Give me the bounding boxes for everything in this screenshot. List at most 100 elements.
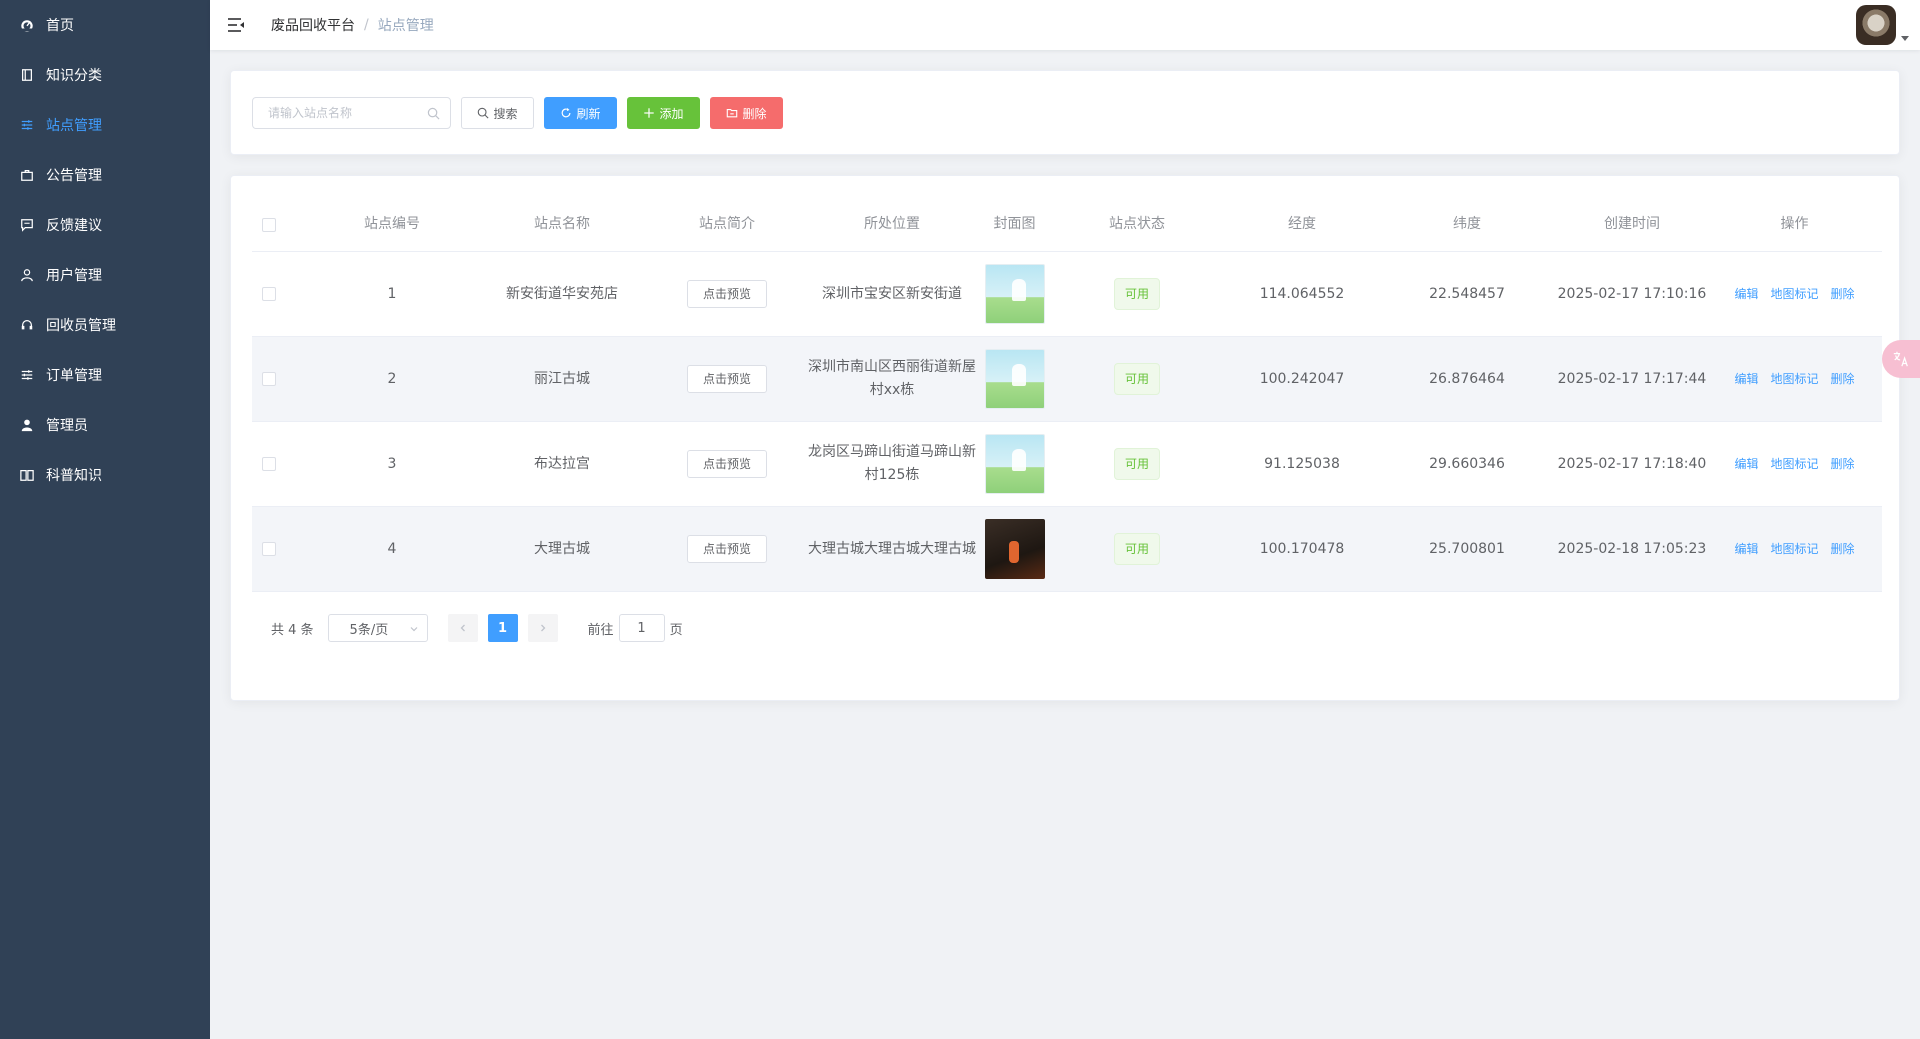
- status-badge: 可用: [1113, 448, 1160, 480]
- hamburger-toggle[interactable]: [227, 16, 245, 34]
- avatar[interactable]: [1856, 5, 1896, 45]
- intro-cell: 点击预览: [652, 365, 802, 393]
- sidebar-item-feedback[interactable]: 反馈建议: [0, 200, 210, 250]
- row-checkbox[interactable]: [262, 372, 276, 386]
- status-cell: 可用: [1047, 278, 1227, 310]
- edit-link[interactable]: 编辑: [1734, 453, 1758, 476]
- sidebar-item-label: 管理员: [46, 418, 88, 434]
- add-button[interactable]: 添加: [627, 97, 700, 129]
- sidebar-item-label: 公告管理: [46, 168, 102, 184]
- page-number[interactable]: 1: [487, 614, 518, 642]
- site-name: 布达拉宫: [534, 455, 590, 472]
- created-time: 2025-02-18 17:05:23: [1557, 540, 1707, 557]
- map-mark-link[interactable]: 地图标记: [1770, 453, 1818, 476]
- preview-button[interactable]: 点击预览: [687, 280, 767, 308]
- table-header: 站点编号 站点名称 站点简介 所处位置 封面图 站点状态 经度 纬度 创建时间 …: [252, 198, 1882, 252]
- cover-cell: [982, 519, 1047, 579]
- sidebar-item-order-management[interactable]: 订单管理: [0, 350, 210, 400]
- delete-link[interactable]: 删除: [1831, 453, 1855, 476]
- status-badge: 可用: [1113, 533, 1160, 565]
- goto-page-input[interactable]: [618, 614, 665, 642]
- user-icon: [20, 268, 34, 282]
- row-checkbox[interactable]: [262, 542, 276, 556]
- chevron-down-icon: [410, 627, 417, 632]
- preview-button[interactable]: 点击预览: [687, 365, 767, 393]
- site-table: 站点编号 站点名称 站点简介 所处位置 封面图 站点状态 经度 纬度 创建时间 …: [252, 198, 1882, 592]
- site-location: 深圳市南山区西丽街道新屋村xx栋: [808, 359, 976, 398]
- breadcrumb: 废品回收平台 / 站点管理: [271, 15, 434, 35]
- latitude: 26.876464: [1429, 370, 1505, 387]
- select-cell: [252, 542, 312, 556]
- preview-button[interactable]: 点击预览: [687, 535, 767, 563]
- actions-cell: 编辑 地图标记 删除: [1707, 283, 1882, 306]
- delete-link[interactable]: 删除: [1831, 368, 1855, 391]
- edit-link[interactable]: 编辑: [1734, 538, 1758, 561]
- created-time: 2025-02-17 17:17:44: [1557, 370, 1707, 387]
- open-book-icon: [20, 468, 34, 482]
- sidebar-item-user-management[interactable]: 用户管理: [0, 250, 210, 300]
- site-id: 4: [387, 540, 397, 557]
- delete-link[interactable]: 删除: [1831, 283, 1855, 306]
- table-row: 4 大理古城 点击预览 大理古城大理古城大理古城 可用 100.170478 2…: [252, 507, 1882, 592]
- map-mark-link[interactable]: 地图标记: [1770, 538, 1818, 561]
- sidebar-item-admin[interactable]: 管理员: [0, 400, 210, 450]
- translate-widget[interactable]: [1882, 340, 1920, 378]
- cover-image[interactable]: [984, 349, 1045, 409]
- actions-cell: 编辑 地图标记 删除: [1707, 453, 1882, 476]
- headset-icon: [20, 318, 34, 332]
- row-checkbox[interactable]: [262, 287, 276, 301]
- column-header: 站点名称: [534, 216, 590, 232]
- sidebar-item-site-management[interactable]: 站点管理: [0, 100, 210, 150]
- edit-link[interactable]: 编辑: [1734, 283, 1758, 306]
- table-row: 2 丽江古城 点击预览 深圳市南山区西丽街道新屋村xx栋 可用 100.2420…: [252, 337, 1882, 422]
- sidebar-item-knowledge-category[interactable]: 知识分类: [0, 50, 210, 100]
- site-location: 龙岗区马蹄山街道马蹄山新村125栋: [808, 444, 976, 483]
- cover-cell: [982, 264, 1047, 324]
- cover-image[interactable]: [984, 519, 1045, 579]
- search-input[interactable]: [253, 98, 450, 128]
- created-time: 2025-02-17 17:18:40: [1557, 455, 1707, 472]
- batch-delete-button[interactable]: 删除: [710, 97, 783, 129]
- map-mark-link[interactable]: 地图标记: [1770, 368, 1818, 391]
- sidebar: 首页 知识分类 站点管理 公告管理 反馈建议 用户管理 回收员管理 订单管理 管…: [0, 0, 210, 1039]
- prev-page-button[interactable]: [447, 614, 478, 642]
- sidebar-item-science-knowledge[interactable]: 科普知识: [0, 450, 210, 500]
- caret-down-icon: [1901, 36, 1909, 41]
- site-id: 3: [387, 455, 397, 472]
- cover-image[interactable]: [984, 434, 1045, 494]
- chevron-left-icon: [460, 624, 465, 632]
- column-header: 所处位置: [864, 216, 920, 232]
- goto-prefix: 前往: [587, 622, 614, 638]
- sidebar-item-label: 科普知识: [46, 468, 102, 484]
- pagination: 共 4 条 5条/页 1 前往 页: [271, 614, 683, 642]
- refresh-button[interactable]: 刷新: [544, 97, 617, 129]
- toolbar: 搜索 刷新 添加 删除: [252, 97, 783, 129]
- select-all-checkbox[interactable]: [262, 217, 276, 232]
- search-button[interactable]: 搜索: [461, 97, 534, 129]
- sidebar-item-label: 反馈建议: [46, 218, 102, 234]
- page-size-select[interactable]: 5条/页: [327, 614, 428, 642]
- translate-icon: [1893, 351, 1908, 367]
- status-cell: 可用: [1047, 448, 1227, 480]
- cover-image[interactable]: [984, 264, 1045, 324]
- status-cell: 可用: [1047, 363, 1227, 395]
- breadcrumb-separator: /: [364, 17, 369, 33]
- sidebar-item-collector-management[interactable]: 回收员管理: [0, 300, 210, 350]
- delete-link[interactable]: 删除: [1831, 538, 1855, 561]
- row-checkbox[interactable]: [262, 457, 276, 471]
- preview-button[interactable]: 点击预览: [687, 450, 767, 478]
- breadcrumb-item-platform[interactable]: 废品回收平台: [271, 15, 355, 35]
- sidebar-item-label: 回收员管理: [46, 318, 116, 334]
- map-mark-link[interactable]: 地图标记: [1770, 283, 1818, 306]
- site-id: 2: [387, 370, 397, 387]
- sidebar-item-home[interactable]: 首页: [0, 0, 210, 50]
- sliders-icon: [20, 118, 34, 132]
- sidebar-item-label: 知识分类: [46, 68, 102, 84]
- next-page-button[interactable]: [527, 614, 558, 642]
- user-menu[interactable]: [1856, 5, 1910, 45]
- status-badge: 可用: [1113, 363, 1160, 395]
- edit-link[interactable]: 编辑: [1734, 368, 1758, 391]
- sidebar-item-label: 订单管理: [46, 368, 102, 384]
- chevron-right-icon: [540, 624, 545, 632]
- sidebar-item-announcement[interactable]: 公告管理: [0, 150, 210, 200]
